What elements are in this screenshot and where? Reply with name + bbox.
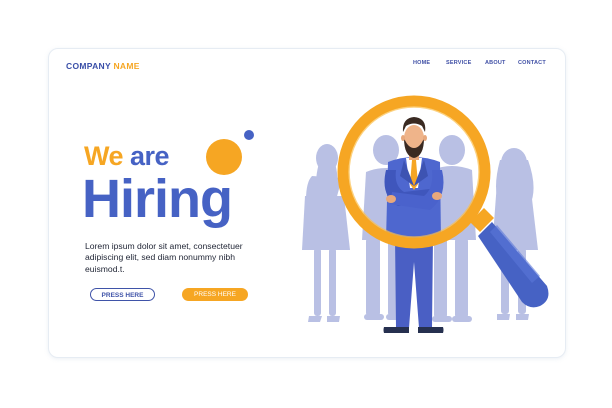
hiring-illustration [302,95,549,333]
